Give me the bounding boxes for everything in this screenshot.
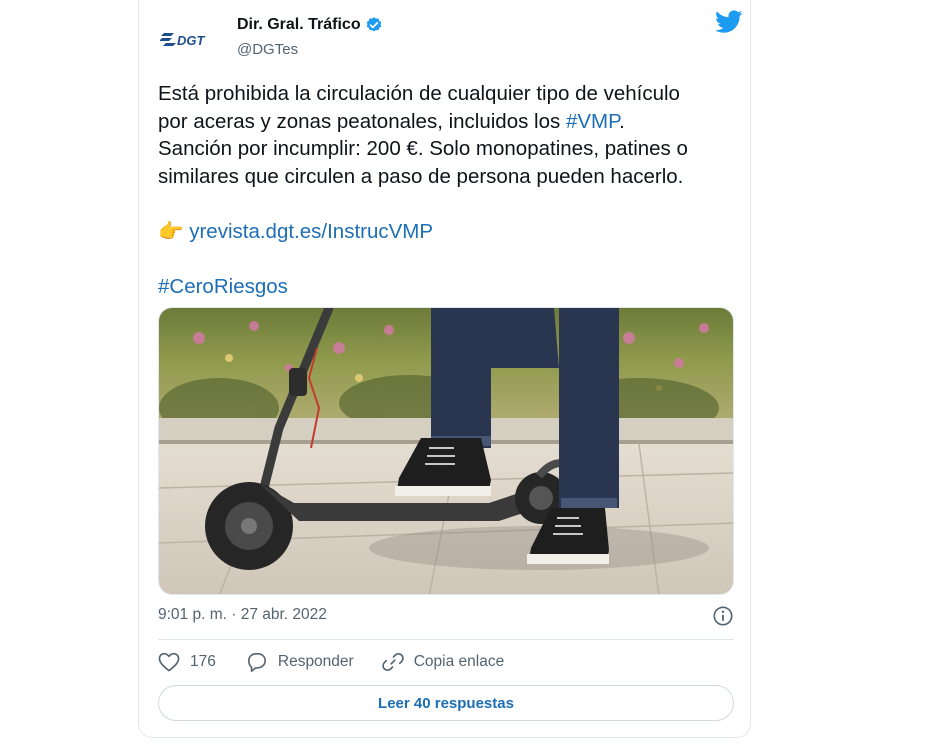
tweet-card: DGT Dir. Gral. Tráfico @DGTes Está prohi… [138,0,751,738]
like-count: 176 [190,653,216,670]
copy-link-button[interactable]: Copia enlace [381,651,505,673]
tweet-header: DGT Dir. Gral. Tráfico @DGTes [159,10,743,64]
like-button[interactable]: 176 [158,652,216,672]
tweet-text: Está prohibida la circulación de cualqui… [158,80,738,300]
link-icon [381,652,404,672]
reply-label: Responder [277,653,354,670]
tweet-text-period: . [619,109,625,133]
twitter-bird-icon[interactable] [715,10,743,34]
tweet-photo[interactable] [158,307,734,595]
tweet-actions: 176 Responder Copia enlace [158,650,734,674]
tweet-text-line: similares que circulen a paso de persona… [158,164,684,188]
tweet-timestamp[interactable]: 9:01 p. m. · 27 abr. 2022 [158,606,327,623]
display-name[interactable]: Dir. Gral. Tráfico [237,16,361,34]
reply-button[interactable]: Responder [246,652,354,672]
verified-badge-icon [366,17,381,32]
divider [158,639,734,640]
tweet-text-line: Está prohibida la circulación de cualqui… [158,82,680,105]
timestamp-row: 9:01 p. m. · 27 abr. 2022 [158,606,734,628]
hashtag-vmp-link[interactable]: #VMP [566,110,619,133]
avatar-text: DGT [177,33,206,48]
dgt-logo-icon: DGT [160,33,206,48]
tweet-text-line: Sanción por incumplir: 200 €. Solo monop… [158,137,688,160]
scooter-photo-illustration [159,308,733,594]
copy-link-label: Copia enlace [413,653,505,670]
user-handle[interactable]: @DGTes [237,41,298,58]
avatar[interactable]: DGT [159,12,211,64]
read-replies-button[interactable]: Leer 40 respuestas [158,685,734,721]
info-icon[interactable] [712,605,734,627]
pointing-hand-icon: 👉 [158,219,184,243]
reply-icon [247,653,266,672]
heart-icon [158,652,180,672]
tweet-text-line: por aceras y zonas peatonales, incluidos… [158,109,566,133]
instruc-vmp-link[interactable]: yrevista.dgt.es/InstrucVMP [189,220,433,243]
hashtag-ceroriesgos-link[interactable]: #CeroRiesgos [158,275,288,298]
